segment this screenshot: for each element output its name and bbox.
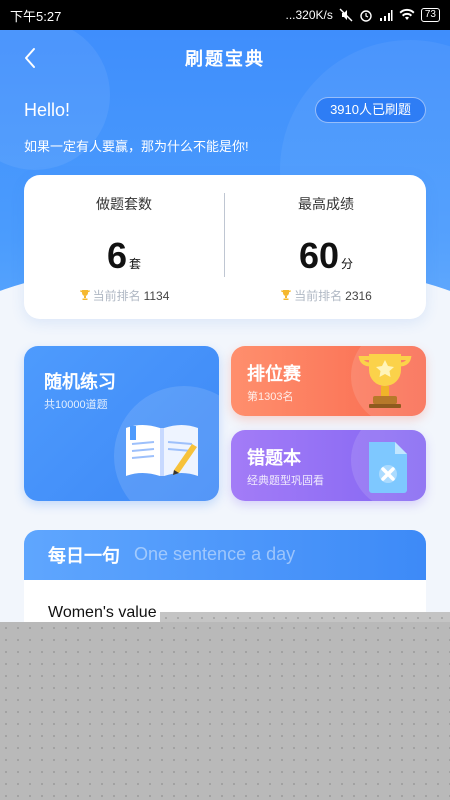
stat-best-title: 最高成绩 — [298, 196, 354, 212]
battery-indicator: 73 — [420, 8, 440, 22]
ranking-card[interactable]: 排位赛 第1303名 — [231, 346, 426, 416]
stat-sets[interactable]: 做题套数 6套 当前排名 1134 — [24, 175, 224, 319]
chevron-left-icon — [25, 48, 35, 68]
daily-sentence-quote: Women's value — [48, 604, 157, 621]
stats-card: 做题套数 6套 当前排名 1134 最高成绩 60 分 当前排名 2316 — [24, 175, 426, 319]
mute-icon — [339, 8, 353, 22]
stat-best-value: 60 — [298, 235, 340, 276]
loading-overlay — [0, 622, 450, 800]
status-time: 下午5:27 — [10, 8, 62, 24]
wrong-book-title: 错题本 — [247, 448, 301, 468]
stats-divider — [224, 193, 225, 277]
stat-sets-rank-label: 当前排名 — [92, 289, 141, 303]
trophy-icon — [358, 354, 412, 408]
wrong-book-card[interactable]: 错题本 经典题型巩固看 — [231, 430, 426, 501]
random-practice-subtitle: 共10000道题 — [44, 399, 108, 411]
open-book-icon — [126, 425, 198, 476]
page-title: 刷题宝典 — [185, 49, 265, 69]
wrong-book-subtitle: 经典题型巩固看 — [247, 475, 324, 487]
random-practice-card[interactable]: 随机练习 共10000道题 — [24, 346, 219, 501]
wifi-icon — [399, 8, 415, 20]
random-practice-title: 随机练习 — [44, 372, 116, 392]
status-bar: 下午5:27 ...320K/s 73 — [0, 0, 450, 30]
ranking-title: 排位赛 — [247, 364, 301, 384]
stat-sets-rank-value: 1134 — [143, 289, 170, 303]
stat-best-value-row: 60 分 — [226, 235, 426, 277]
stat-best-rank: 当前排名 2316 — [226, 287, 426, 304]
stat-best-rank-label: 当前排名 — [294, 289, 343, 303]
back-button[interactable] — [16, 44, 44, 72]
wrong-file-icon — [369, 442, 407, 493]
stat-best-rank-value: 2316 — [345, 289, 372, 303]
users-count-badge: 3910人已刷题 — [315, 97, 426, 123]
network-speed: ...320K/s — [285, 8, 333, 22]
trophy-icon — [79, 290, 90, 300]
daily-sentence-title-en: One sentence a day — [134, 544, 296, 564]
stat-best[interactable]: 最高成绩 60 分 当前排名 2316 — [226, 175, 426, 319]
signal-icon — [379, 10, 393, 21]
greeting-hello: Hello! — [24, 100, 71, 120]
stat-sets-value-row: 6套 — [24, 235, 224, 277]
stat-sets-title: 做题套数 — [96, 196, 152, 212]
stat-sets-unit: 套 — [129, 257, 142, 271]
greeting-slogan: 如果一定有人要赢，那为什么不能是你! — [24, 139, 249, 154]
daily-sentence-title: 每日一句 — [48, 546, 120, 566]
alarm-icon — [360, 10, 372, 22]
stat-sets-rank: 当前排名 1134 — [24, 287, 224, 304]
status-icons: ...320K/s 73 — [285, 8, 440, 22]
daily-sentence-header: 每日一句 One sentence a day — [24, 530, 426, 580]
trophy-icon — [281, 290, 292, 300]
top-bar: 刷题宝典 — [0, 30, 450, 86]
ranking-subtitle: 第1303名 — [247, 391, 294, 403]
stat-best-unit: 分 — [341, 257, 354, 271]
stat-sets-value: 6 — [106, 235, 127, 276]
